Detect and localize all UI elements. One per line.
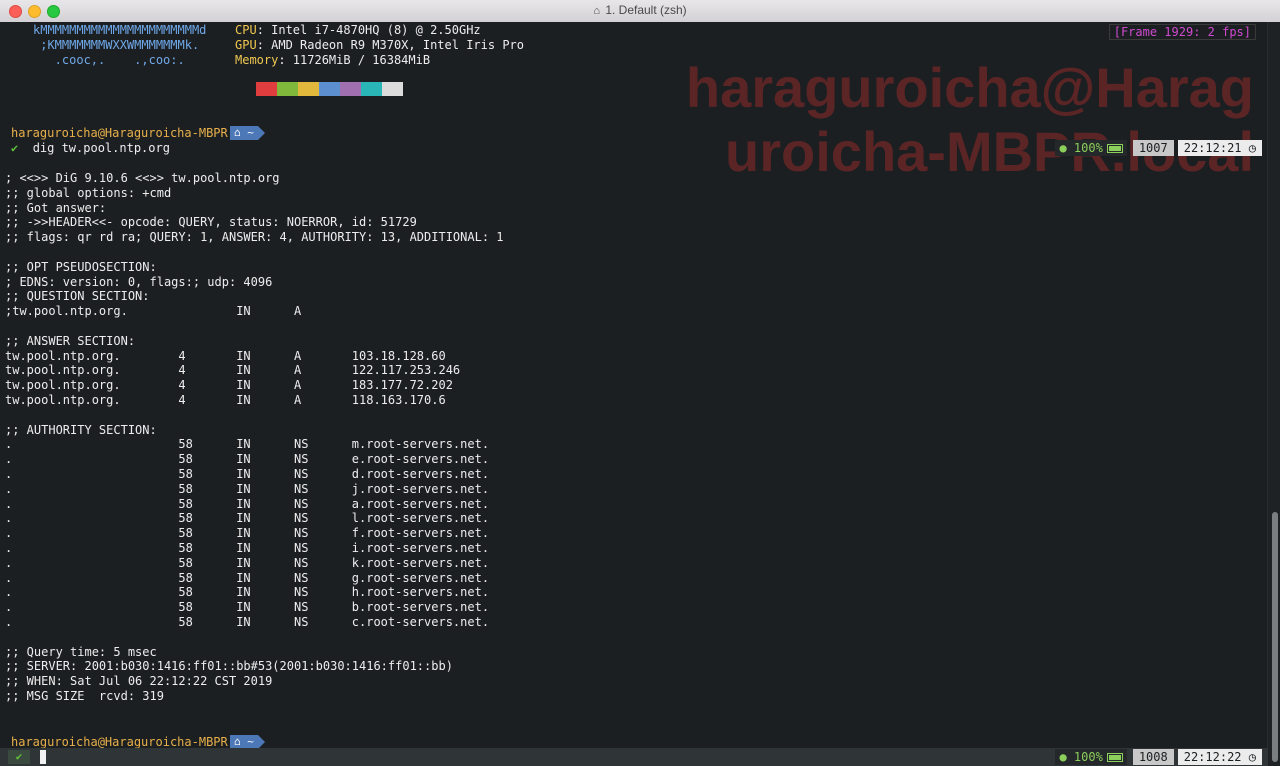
memory-value: : 11726MiB / 16384MiB — [278, 53, 431, 67]
palette-swatch — [277, 82, 298, 96]
battery-percent: 100% — [1073, 750, 1103, 764]
output-line: ;; global options: +cmd — [5, 185, 172, 200]
output-line: ;; MSG SIZE rcvd: 319 — [5, 689, 164, 703]
frame-counter: [Frame 1929: 2 fps] — [1108, 24, 1256, 40]
palette-swatch — [382, 82, 403, 96]
output-line: . 58 IN NS l.root-servers.net. — [5, 511, 490, 526]
scrollbar[interactable] — [1267, 22, 1280, 766]
gpu-label: GPU — [235, 38, 257, 52]
prompt-path-segment: ⌂ ~ — [230, 126, 265, 140]
command-line: ✔ dig tw.pool.ntp.org — [11, 141, 170, 156]
output-line: ;; ->>HEADER<<- opcode: QUERY, status: N… — [5, 215, 417, 230]
window-title: ⌂ 1. Default (zsh) — [0, 3, 1280, 17]
palette-swatch — [256, 82, 277, 96]
output-line: ; EDNS: version: 0, flags:; udp: 4096 — [5, 274, 273, 289]
output-line: tw.pool.ntp.org. 4 IN A 118.163.170.6 — [5, 393, 446, 407]
status-battery-segment: ● 100% — [1055, 749, 1127, 765]
time-text: 22:12:22 — [1183, 750, 1242, 764]
output-line: ; <<>> DiG 9.10.6 <<>> tw.pool.ntp.org — [5, 171, 280, 185]
output-line: . 58 IN NS b.root-servers.net. — [5, 600, 490, 615]
check-icon: ✔ — [8, 750, 30, 764]
output-line: ;; flags: qr rd ra; QUERY: 1, ANSWER: 4,… — [5, 230, 504, 245]
cpu-value: : Intel i7-4870HQ (8) @ 2.50GHz — [256, 23, 481, 37]
gpu-value: : AMD Radeon R9 M370X, Intel Iris Pro — [256, 38, 524, 52]
window-title-text: 1. Default (zsh) — [605, 3, 687, 17]
command-text: dig tw.pool.ntp.org — [32, 141, 170, 155]
palette-swatch — [319, 82, 340, 96]
ascii-art-line: .cooc,. .,coo:. — [33, 53, 185, 67]
ascii-art-line: kMMMMMMMMMMMMMMMMMMMMMMd — [33, 23, 207, 37]
text-cursor[interactable] — [40, 750, 46, 764]
home-icon: ⌂ — [593, 5, 600, 17]
check-icon: ✔ — [11, 141, 19, 155]
history-number: 1007 — [1132, 140, 1174, 156]
output-line: . 58 IN NS e.root-servers.net. — [5, 452, 490, 467]
prompt-user-host: haraguroicha@Haraguroicha-MBPR — [11, 126, 228, 140]
clock-icon: ◷ — [1248, 750, 1256, 764]
time-segment: 22:12:22 ◷ — [1177, 749, 1262, 765]
cpu-info: CPU: Intel i7-4870HQ (8) @ 2.50GHz — [235, 23, 481, 38]
color-palette — [256, 82, 403, 96]
history-number: 1008 — [1132, 749, 1174, 765]
output-line: ;; Query time: 5 msec — [5, 644, 157, 659]
time-segment: 22:12:21 ◷ — [1177, 140, 1262, 156]
hostname-line-1: haraguroicha@Harag — [685, 56, 1254, 119]
output-line: . 58 IN NS h.root-servers.net. — [5, 585, 490, 600]
title-bar: ⌂ 1. Default (zsh) — [0, 0, 1280, 23]
output-line: . 58 IN NS g.root-servers.net. — [5, 570, 490, 585]
clock-icon: ◷ — [1248, 141, 1256, 155]
memory-label: Memory — [235, 53, 279, 67]
prompt-path: ~ — [247, 735, 254, 748]
status-battery-segment: ● 100% — [1055, 140, 1127, 156]
output-line: ;; WHEN: Sat Jul 06 22:12:22 CST 2019 — [5, 674, 273, 689]
output-line: tw.pool.ntp.org. 4 IN A 103.18.128.60 — [5, 348, 446, 363]
output-line: tw.pool.ntp.org. 4 IN A 122.117.253.246 — [5, 363, 461, 378]
output-line: . 58 IN NS i.root-servers.net. — [5, 541, 490, 555]
status-bar-1: ● 100% 1007 22:12:21 ◷ — [1055, 140, 1262, 156]
output-line: ;; AUTHORITY SECTION: — [5, 422, 157, 437]
status-bar-2: ● 100% 1008 22:12:22 ◷ — [1055, 749, 1262, 765]
output-line: . 58 IN NS f.root-servers.net. — [5, 526, 490, 541]
palette-swatch — [340, 82, 361, 96]
output-line: tw.pool.ntp.org. 4 IN A 183.177.72.202 — [5, 378, 453, 393]
battery-icon — [1106, 753, 1123, 762]
output-line: ;; SERVER: 2001:b030:1416:ff01::bb#53(20… — [5, 659, 453, 674]
apple-icon: ● — [1059, 750, 1067, 764]
battery-percent: 100% — [1073, 141, 1103, 155]
palette-swatch — [361, 82, 382, 96]
scrollbar-thumb[interactable] — [1272, 512, 1278, 762]
battery-icon — [1106, 144, 1123, 153]
output-line: ;tw.pool.ntp.org. IN A — [5, 304, 302, 319]
home-icon: ⌂ — [234, 735, 241, 748]
prompt-path-segment: ⌂ ~ — [230, 735, 265, 749]
cpu-label: CPU — [235, 23, 257, 37]
apple-icon: ● — [1059, 141, 1067, 155]
gpu-info: GPU: AMD Radeon R9 M370X, Intel Iris Pro — [235, 38, 524, 53]
output-line: . 58 IN NS d.root-servers.net. — [5, 467, 490, 481]
output-line: ;; QUESTION SECTION: — [5, 289, 150, 304]
home-icon: ⌂ — [234, 126, 241, 139]
output-line: . 58 IN NS k.root-servers.net. — [5, 555, 490, 570]
output-line: ;; OPT PSEUDOSECTION: — [5, 259, 157, 274]
hostname-watermark: haraguroicha@Harag uroicha-MBPR.local — [614, 56, 1254, 184]
palette-swatch — [298, 82, 319, 96]
output-line: . 58 IN NS c.root-servers.net. — [5, 615, 490, 629]
output-line: . 58 IN NS j.root-servers.net. — [5, 481, 490, 496]
time-text: 22:12:21 — [1183, 141, 1242, 155]
memory-info: Memory: 11726MiB / 16384MiB — [235, 53, 430, 68]
output-line: . 58 IN NS a.root-servers.net. — [5, 496, 490, 511]
ascii-art-line: ;KMMMMMMMWXXWMMMMMMMk. — [33, 38, 200, 52]
output-line: . 58 IN NS m.root-servers.net. — [5, 437, 490, 452]
output-line: ;; Got answer: — [5, 200, 107, 215]
output-line: ;; ANSWER SECTION: — [5, 333, 136, 348]
prompt-path: ~ — [247, 126, 254, 139]
